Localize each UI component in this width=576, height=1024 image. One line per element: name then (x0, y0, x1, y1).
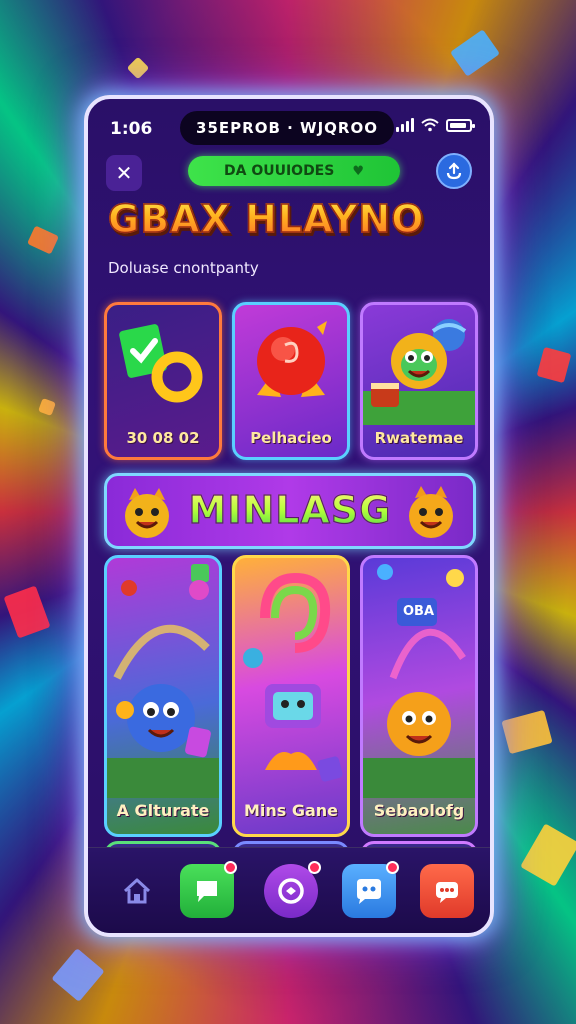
top-card-2[interactable]: Pelhacieo (232, 302, 350, 460)
nav-chat-button[interactable] (180, 861, 237, 918)
smiley-face-icon (357, 879, 381, 904)
close-button[interactable]: ✕ (106, 155, 142, 191)
home-icon (123, 878, 151, 904)
system-icons (396, 118, 475, 132)
signal-icon (396, 118, 414, 132)
nav-messages-button[interactable] (420, 864, 474, 918)
featured-banner[interactable]: MINLASG (104, 473, 476, 549)
header-pill-button[interactable]: DA OUUIODES ♥ (188, 156, 400, 186)
monster-drum-art-icon (363, 319, 475, 425)
status-time: 1:06 (110, 119, 153, 139)
pill-label: DA OUUIODES (223, 163, 335, 179)
phone-frame: 1:06 35EPROB · WJQROO ✕ DA OUUIODES ♥ GB… (84, 95, 494, 937)
card-3-sign: OBA (403, 604, 435, 619)
game-card-1-label: A Glturate (116, 801, 210, 820)
page-subtitle: Doluase cnontpanty (108, 259, 259, 277)
game-card-3-label: Sebaolofg (373, 801, 465, 820)
bottom-nav (88, 847, 490, 933)
message-icon (436, 882, 458, 903)
game-card-2-label: Mins Gane (243, 801, 339, 820)
dynamic-island: 35EPROB · WJQROO (180, 111, 394, 145)
chat-bubble-icon (197, 881, 217, 902)
orange-monster-art-icon (363, 564, 475, 798)
page-title: GBAX HLAYNO (107, 196, 478, 242)
checkmark-ring-art-icon (119, 324, 203, 403)
game-card-2[interactable]: Mins Gane (232, 555, 350, 837)
top-card-1-label: 30 08 02 (126, 429, 200, 447)
top-card-2-label: Pelhacieo (250, 429, 332, 447)
share-button[interactable] (436, 153, 472, 189)
top-card-3[interactable]: Rwatemae (360, 302, 478, 460)
notification-badge (386, 861, 399, 874)
wifi-icon (421, 118, 439, 132)
rainbow-robot-art-icon (243, 572, 343, 782)
share-icon (446, 162, 462, 180)
notification-badge (224, 861, 237, 874)
close-icon: ✕ (115, 161, 133, 185)
red-ball-art-icon (257, 321, 327, 397)
nav-game-button[interactable] (264, 861, 321, 918)
heart-icon: ♥ (352, 163, 364, 179)
nav-social-button[interactable] (342, 861, 399, 918)
nav-home-button[interactable] (110, 864, 164, 918)
top-card-3-label: Rwatemae (374, 429, 464, 447)
blue-monster-art-icon (107, 564, 219, 798)
right-monster-icon (409, 486, 453, 538)
battery-icon (446, 118, 475, 132)
status-bar: 1:06 35EPROB · WJQROO (88, 99, 490, 155)
notification-badge (308, 861, 321, 874)
game-card-3[interactable]: OBA Sebaolofg (360, 555, 478, 837)
top-card-1[interactable]: 30 08 02 (104, 302, 222, 460)
notch-text: 35EPROB · WJQROO (196, 119, 378, 137)
gamepad-icon (278, 878, 304, 904)
game-card-1[interactable]: A Glturate (104, 555, 222, 837)
